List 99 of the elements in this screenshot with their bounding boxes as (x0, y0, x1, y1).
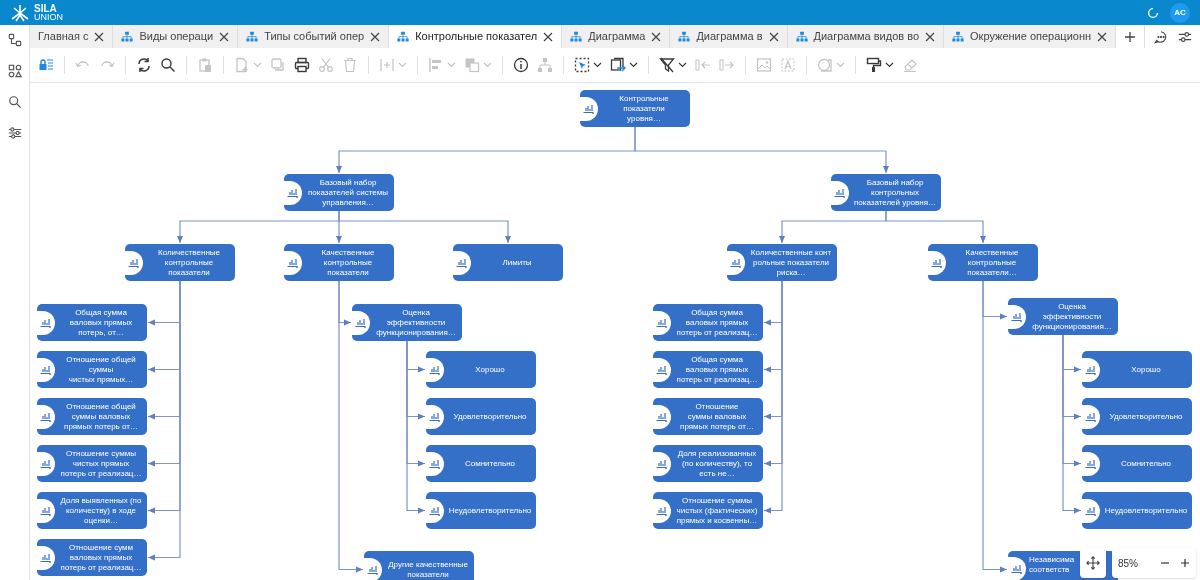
bar-chart-icon (656, 505, 667, 516)
node-label: Отношение общей суммы валовых прямых потерь от… (63, 401, 139, 432)
bar-chart-icon (1011, 564, 1022, 574)
node-label: Качественные контрольные показатели (320, 247, 376, 278)
node-label: Оценка эффективности функционирования… (1031, 301, 1113, 332)
selection-icon[interactable] (574, 57, 590, 73)
brand-name: SILA (34, 3, 58, 13)
export-icon[interactable] (610, 57, 626, 73)
node-label: Базовый набор контрольных показателей уровня… (852, 177, 938, 208)
caret-icon[interactable] (629, 62, 638, 68)
loading-icon (1146, 5, 1160, 20)
bar-chart-icon (128, 257, 139, 268)
node-label: Оценка эффективности функционирования… (375, 307, 457, 338)
close-icon[interactable] (219, 31, 230, 42)
bar-chart-icon (40, 552, 51, 563)
pan-button[interactable] (1080, 548, 1106, 578)
close-icon[interactable] (370, 31, 381, 42)
node-label: Сомнительно (1119, 458, 1173, 469)
bar-chart-icon (456, 257, 467, 268)
zoom-level: 85% (1118, 556, 1138, 571)
bar-chart-icon (656, 411, 667, 422)
bar-chart-icon (287, 257, 298, 268)
filter-icon[interactable] (659, 57, 675, 73)
node-label: Отношение общей суммы чистых прямых… (65, 354, 137, 385)
close-icon[interactable] (94, 31, 105, 42)
search-icon[interactable] (160, 57, 176, 73)
node-label: Качественные контрольные показатели… (964, 247, 1020, 278)
tab[interactable]: Контрольные показател (389, 25, 563, 48)
node-label: Контрольные показатели уровня… (618, 93, 670, 124)
node-label: Хорошо (474, 364, 506, 375)
lock-icon[interactable] (38, 57, 54, 73)
node-label: Неудовлетворительно (1103, 505, 1189, 516)
bar-chart-icon (834, 187, 845, 198)
bar-chart-icon (429, 411, 440, 422)
bar-chart-icon (40, 505, 51, 516)
close-icon[interactable] (768, 31, 779, 42)
sliders-icon[interactable] (1178, 29, 1192, 44)
close-icon[interactable] (651, 31, 662, 42)
logo-icon (10, 3, 30, 22)
node-label: Общая сумма валовых прямых потерь, от… (68, 307, 134, 338)
node-label: Общая сумма валовых прямых потерь от реализац… (675, 307, 759, 338)
node-label: Доля выявленных (по количеству) в ходе оценки… (59, 495, 143, 526)
node-label: Базовый набор показателей системы управления… (306, 177, 390, 208)
caret-icon[interactable] (885, 62, 894, 68)
chat-icon[interactable] (1154, 29, 1168, 44)
node-label: Хорошо (1130, 364, 1162, 375)
bar-chart-icon (367, 564, 378, 575)
close-icon[interactable] (543, 31, 554, 42)
bar-chart-icon (429, 505, 440, 516)
bar-chart-icon (429, 458, 440, 469)
bar-chart-icon (1085, 458, 1096, 469)
bar-chart-icon (656, 364, 667, 375)
bar-chart-icon (1085, 364, 1096, 375)
flow-icon[interactable] (7, 33, 22, 47)
caret-icon[interactable] (593, 62, 602, 68)
bar-chart-icon (1011, 311, 1022, 322)
bar-chart-icon (656, 458, 667, 469)
bar-chart-icon (730, 257, 741, 268)
node-label: Удовлетворительно (452, 411, 528, 422)
node-label: Другие качественные показатели (387, 559, 469, 580)
node-label: Отношение суммы валовых прямых потерь от… (679, 401, 755, 432)
bar-chart-icon (40, 458, 51, 469)
add-tab-icon[interactable] (1124, 30, 1137, 43)
node-label: Отношение суммы чистых прямых потерь от реализац… (59, 448, 143, 479)
bar-chart-icon (656, 317, 667, 328)
node-label: Общая сумма валовых прямых потерь от реализац… (675, 354, 759, 385)
brand-name: UNION (34, 12, 63, 22)
bar-chart-icon (931, 257, 942, 268)
node-label: Количественные контрольные показатели (157, 247, 221, 278)
bar-chart-icon (40, 317, 51, 328)
bar-chart-icon (429, 364, 440, 375)
move-icon (1086, 556, 1100, 570)
bar-chart-icon (40, 364, 51, 375)
node-label: Количественные конт рольные показатели риска… (749, 247, 833, 278)
node-label: Лимиты (501, 257, 533, 268)
node-label: Независима соответств (1028, 554, 1075, 575)
node-label: Удовлетворительно (1108, 411, 1184, 422)
paint-roller-icon[interactable] (866, 57, 882, 73)
node-label: Неудовлетворительно (447, 505, 533, 516)
bar-chart-icon (1085, 505, 1096, 516)
bar-chart-icon (1085, 411, 1096, 422)
bar-chart-icon (355, 317, 366, 328)
search-icon[interactable] (7, 95, 22, 109)
zoom-in-icon[interactable] (1180, 558, 1190, 568)
close-icon[interactable] (1097, 31, 1108, 42)
bar-chart-icon (287, 187, 298, 198)
node-label: Отношение суммы чистых (фактических) прямых и косвенны… (675, 495, 759, 526)
bar-chart-icon (40, 411, 51, 422)
caret-icon[interactable] (678, 62, 687, 68)
close-icon[interactable] (925, 31, 936, 42)
shapes-icon[interactable] (7, 64, 22, 78)
sliders-icon[interactable] (7, 126, 22, 140)
node-label: Отношение сумм валовых прямых потерь от реализац… (59, 542, 143, 573)
refresh-icon[interactable] (136, 57, 152, 73)
node-label: Доля реализованных (по количеству), то есть не… (676, 448, 758, 479)
info-icon[interactable] (513, 57, 529, 73)
node-label: Сомнительно (463, 458, 517, 469)
bar-chart-icon (583, 103, 594, 114)
printer-icon[interactable] (294, 57, 310, 73)
